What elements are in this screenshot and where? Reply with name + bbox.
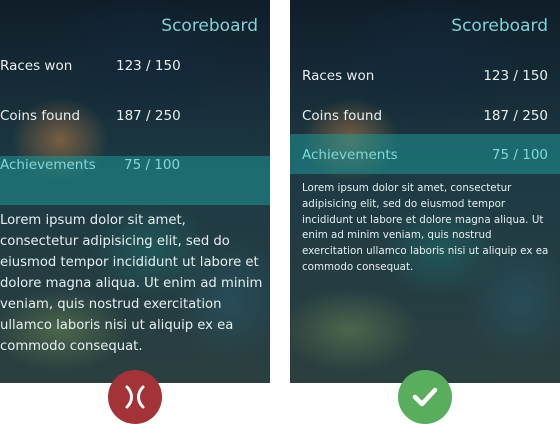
stat-value-achievements: 75 / 100 [491,147,548,163]
correct-badge [398,370,452,424]
stat-value-coins: 187 / 250 [116,108,181,124]
body-text: Lorem ipsum dolor sit amet, consectetur … [0,213,263,354]
stat-label-achievements: Achievements [0,157,96,173]
cross-icon [125,385,145,409]
stat-value-coins: 187 / 250 [483,108,548,124]
stat-label-races: Races won [302,68,375,84]
stat-label-coins: Coins found [0,108,81,124]
stat-value-races: 123 / 150 [483,68,548,84]
incorrect-badge [108,370,162,424]
incorrect-example-panel: Scoreboard Races won 123 / 150 Coins fou… [0,0,270,383]
checkmark-icon [412,387,438,407]
stat-value-achievements: 75 / 100 [124,157,181,173]
stat-label-races: Races won [0,58,73,74]
page-title: Scoreboard [451,16,548,36]
body-text: Lorem ipsum dolor sit amet, consectetur … [302,182,549,273]
page-title: Scoreboard [161,16,258,36]
stat-value-races: 123 / 150 [116,58,181,74]
correct-example-panel: Scoreboard Races won 123 / 150 Coins fou… [290,0,560,383]
stat-label-achievements: Achievements [302,147,398,163]
stat-label-coins: Coins found [302,108,383,124]
